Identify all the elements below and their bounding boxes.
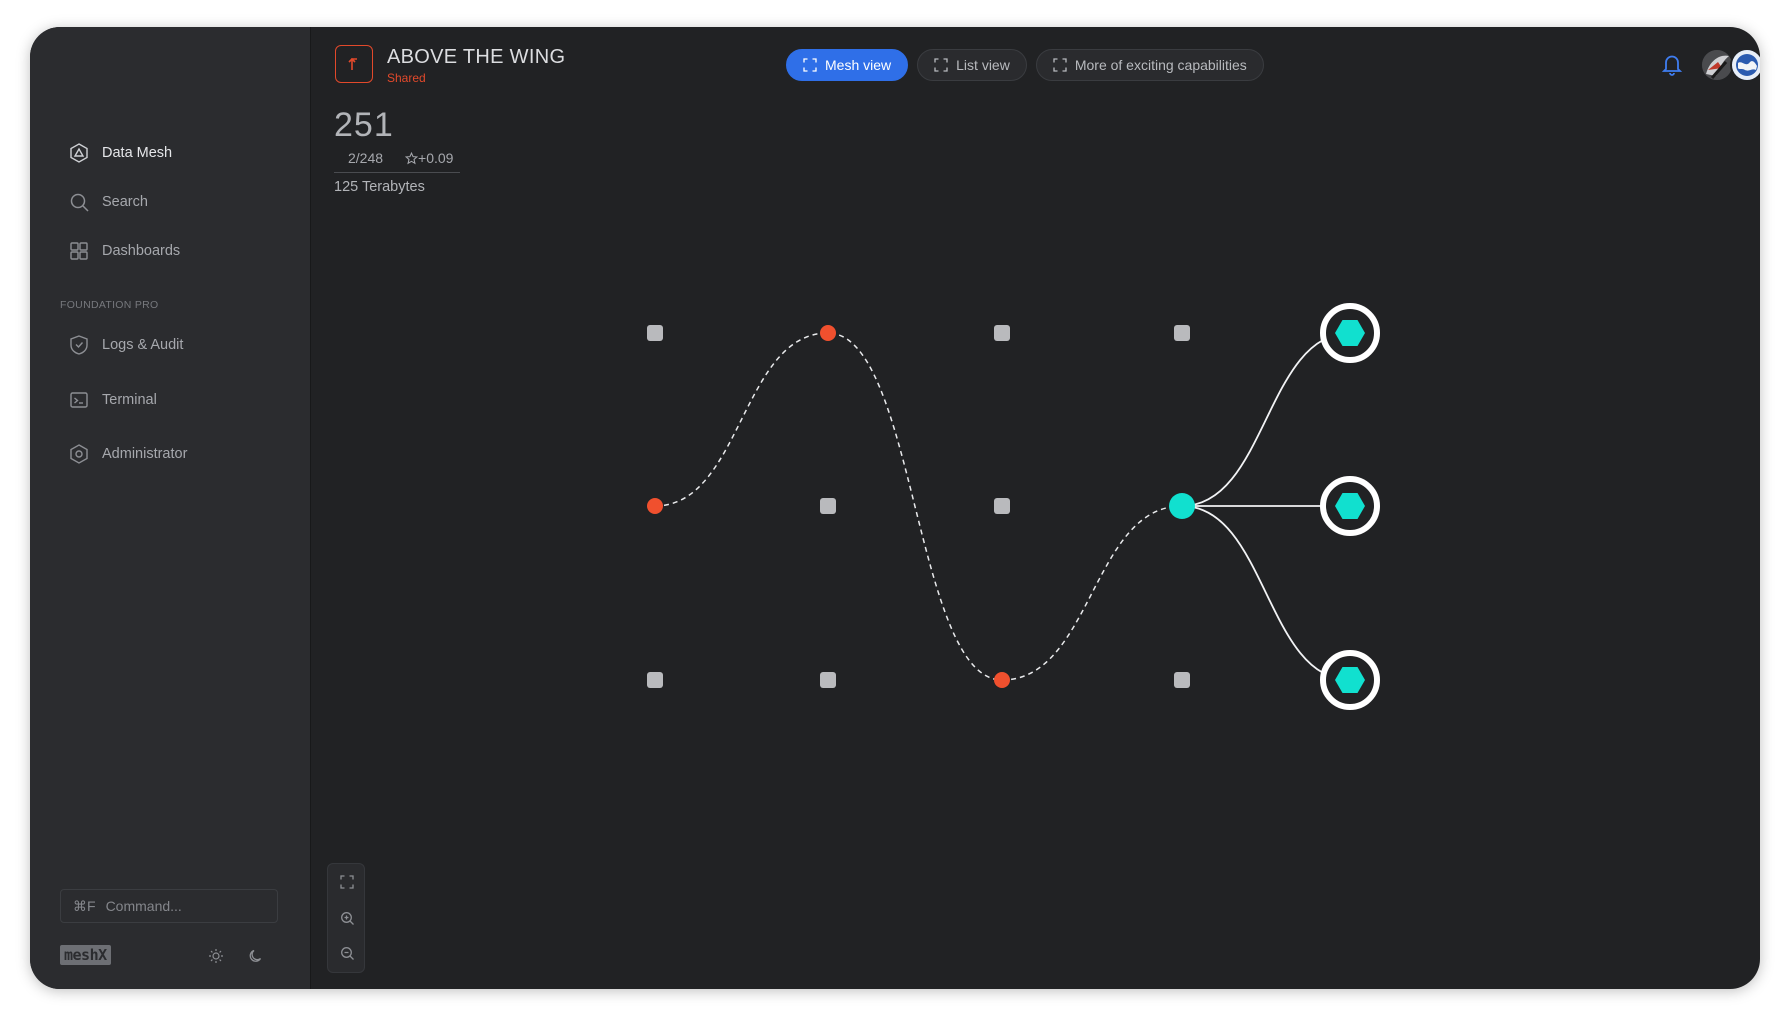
section-label: FOUNDATION PRO	[60, 299, 159, 311]
nav-item-logs-audit[interactable]: Logs & Audit	[68, 329, 183, 361]
destination-link	[1181, 332, 1351, 507]
zoom-out-button[interactable]	[337, 943, 357, 963]
nav-item-terminal[interactable]: Terminal	[68, 384, 157, 416]
main-panel: ABOVE THE WING Shared 251 2/248 +0.09 12…	[311, 27, 1760, 989]
nav-label: Terminal	[102, 392, 157, 408]
mesh-node[interactable]	[820, 498, 836, 514]
mesh-node[interactable]	[994, 325, 1010, 341]
settings-icon	[68, 443, 90, 465]
shield-icon	[68, 334, 90, 356]
zoom-out-icon	[340, 946, 354, 960]
terminal-icon	[68, 389, 90, 411]
zoom-in-icon	[340, 911, 354, 925]
nav-label: Administrator	[102, 446, 188, 462]
mesh-node[interactable]	[994, 498, 1010, 514]
hub-node[interactable]	[1169, 493, 1195, 519]
dashboard-icon	[68, 240, 90, 262]
meshx-logo: meshX	[60, 945, 111, 965]
nav-item-administrator[interactable]: Administrator	[68, 438, 187, 470]
mesh-node[interactable]	[820, 672, 836, 688]
fit-view-button[interactable]	[337, 872, 357, 892]
nav-label: Search	[102, 194, 148, 210]
data-flow-path	[654, 332, 1183, 681]
command-input[interactable]	[103, 897, 248, 915]
search-icon	[68, 191, 90, 213]
path-node[interactable]	[647, 498, 663, 514]
nav-label: Dashboards	[102, 243, 181, 259]
mesh-node[interactable]	[647, 325, 663, 341]
nav-item-dashboards[interactable]: Dashboards	[68, 235, 180, 267]
light-theme-button[interactable]	[205, 945, 227, 967]
nav-item-data-mesh[interactable]: Data Mesh	[68, 137, 172, 169]
data-mesh-icon	[68, 142, 90, 164]
dark-theme-button[interactable]	[245, 945, 267, 967]
mesh-node[interactable]	[1174, 672, 1190, 688]
moon-icon	[249, 949, 262, 962]
path-node[interactable]	[994, 672, 1010, 688]
command-shortcut: ⌘F	[73, 897, 96, 914]
mesh-node[interactable]	[647, 672, 663, 688]
nav-label: Data Mesh	[102, 145, 173, 161]
destination-link	[1181, 505, 1351, 681]
path-node[interactable]	[820, 325, 836, 341]
zoom-controls	[327, 863, 365, 973]
nav-label: Logs & Audit	[102, 337, 184, 353]
nav-item-search[interactable]: Search	[68, 186, 148, 218]
command-palette[interactable]: ⌘F	[60, 889, 278, 923]
app-window: Data Mesh Search Dashboards FOUNDATION P…	[30, 27, 1760, 989]
zoom-in-button[interactable]	[337, 908, 357, 928]
mesh-graph	[647, 303, 1380, 710]
sun-icon	[209, 949, 223, 963]
expand-icon	[340, 875, 354, 889]
sidebar: Data Mesh Search Dashboards FOUNDATION P…	[30, 27, 311, 989]
mesh-node[interactable]	[1174, 325, 1190, 341]
